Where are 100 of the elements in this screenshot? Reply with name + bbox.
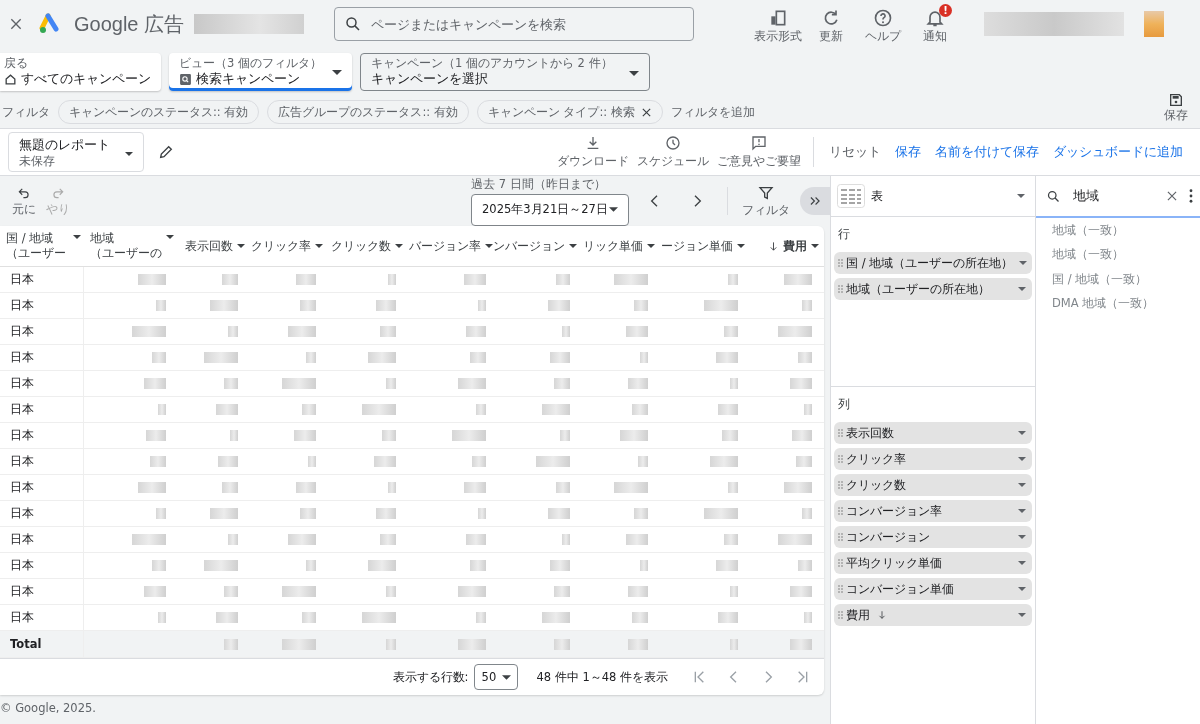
close-icon[interactable] — [1165, 189, 1179, 203]
product-name: Google 広告 — [74, 11, 185, 37]
blurred-value — [704, 508, 738, 519]
undo-button[interactable]: 元に — [12, 185, 36, 217]
search-result-item[interactable]: 地域（一致） — [1036, 218, 1200, 243]
column-header[interactable]: リック単価 — [580, 238, 658, 254]
blurred-value — [288, 534, 316, 545]
blurred-value — [718, 404, 738, 415]
blurred-value — [380, 326, 396, 337]
save-filter-button[interactable]: 保存 — [1164, 92, 1188, 123]
date-range-selector[interactable]: 2025年3月21日～27日 — [471, 193, 629, 226]
feedback-button[interactable]: ご意見やご要望 — [717, 135, 801, 169]
blurred-value — [560, 430, 570, 441]
column-header[interactable]: 費用 — [748, 238, 822, 254]
date-range-label: 過去 7 日間（昨日まで） — [471, 176, 607, 192]
table-cell: 日本 — [0, 319, 84, 344]
blurred-value — [716, 560, 738, 571]
metric-pill[interactable]: クリック率 — [834, 448, 1032, 470]
blurred-value — [728, 482, 738, 493]
metric-pill[interactable]: 平均クリック単価 — [834, 552, 1032, 574]
rows-per-page-selector[interactable]: 50 — [474, 664, 519, 690]
blurred-value — [132, 534, 166, 545]
table-cell: 日本 — [0, 579, 84, 604]
dimension-pill[interactable]: 国 / 地域（ユーザーの所在地） — [834, 252, 1032, 274]
column-header[interactable]: 表示回数 — [176, 238, 248, 254]
report-action-button[interactable]: ダッシュボードに追加 — [1048, 143, 1188, 161]
blurred-value — [466, 534, 486, 545]
caret-icon — [1018, 287, 1026, 291]
close-icon[interactable] — [640, 106, 652, 118]
blurred-value — [146, 430, 166, 441]
table-cell: 日本 — [0, 553, 84, 578]
drag-handle-icon — [838, 611, 843, 619]
blurred-value — [472, 456, 486, 467]
pencil-icon[interactable] — [158, 144, 174, 160]
metric-pill[interactable]: コンバージョン単価 — [834, 578, 1032, 600]
column-header[interactable]: ージョン単価 — [658, 238, 748, 254]
metric-pill[interactable]: クリック数 — [834, 474, 1032, 496]
column-header[interactable]: 国 / 地域 （ユーザー — [0, 231, 84, 261]
caret-icon — [237, 244, 245, 248]
column-header[interactable]: クリック率 — [248, 238, 326, 254]
blurred-value — [376, 508, 396, 519]
blurred-value — [210, 300, 238, 311]
page-range-text: 48 件中 1～48 件を表示 — [536, 669, 668, 685]
column-header[interactable]: ンバージョン — [496, 238, 580, 254]
chart-type-selector[interactable]: 表 — [837, 184, 1029, 208]
column-header[interactable]: 地域 （ユーザーの — [84, 231, 176, 261]
view-selector[interactable]: ビュー（3 個のフィルタ） 検索キャンペーン — [169, 53, 352, 91]
report-title-selector[interactable]: 無題のレポート 未保存 — [8, 132, 144, 172]
blurred-value — [542, 404, 570, 415]
notification-badge: ! — [939, 4, 953, 17]
search-result-item[interactable]: 地域（一致） — [1036, 242, 1200, 267]
column-header[interactable]: バージョン率 — [406, 238, 496, 254]
back-selector[interactable]: 戻る すべてのキャンペーン — [0, 53, 161, 91]
blurred-value — [632, 612, 648, 623]
schedule-button[interactable]: スケジュール — [637, 135, 709, 169]
add-filter-link[interactable]: フィルタを追加 — [670, 104, 755, 120]
appearance-button[interactable]: 表示形式 — [754, 4, 803, 44]
refresh-button[interactable]: 更新 — [808, 4, 855, 44]
metric-pill[interactable]: 費用 — [834, 604, 1032, 626]
blurred-value — [550, 352, 570, 363]
blurred-value — [550, 560, 570, 571]
blurred-value — [710, 456, 738, 467]
blurred-value — [634, 300, 648, 311]
metric-pill[interactable]: コンバージョン率 — [834, 500, 1032, 522]
expand-panel-button[interactable] — [800, 187, 830, 215]
report-action-button[interactable]: 名前を付けて保存 — [930, 143, 1044, 161]
report-action-button[interactable]: リセット — [824, 143, 886, 161]
clock-icon — [665, 135, 681, 151]
blurred-value — [156, 300, 166, 311]
blurred-value — [628, 378, 648, 389]
column-header[interactable]: クリック数 — [326, 238, 406, 254]
search-field[interactable]: ページまたはキャンペーンを検索 — [334, 7, 695, 41]
blurred-value — [216, 404, 238, 415]
caret-icon — [1018, 561, 1026, 565]
rows-per-page-label: 表示する行数: — [392, 669, 469, 685]
table-cell: 日本 — [0, 423, 84, 448]
blurred-value — [368, 560, 396, 571]
filter-button[interactable]: フィルタ — [742, 184, 790, 218]
table-cell: 日本 — [0, 475, 84, 500]
more-icon[interactable] — [1189, 189, 1193, 203]
campaign-selector[interactable]: キャンペーン（1 個のアカウントから 2 件） キャンペーンを選択 — [360, 53, 650, 91]
report-action-button[interactable]: 保存 — [890, 143, 926, 161]
download-button[interactable]: ダウンロード — [557, 135, 629, 169]
search-result-item[interactable]: 国 / 地域（一致） — [1036, 267, 1200, 292]
caret-icon — [628, 71, 639, 76]
double-chevron-icon — [808, 194, 822, 208]
notifications-button[interactable]: 通知 ! — [912, 4, 959, 44]
dimension-pill[interactable]: 地域（ユーザーの所在地） — [834, 278, 1032, 300]
blurred-value — [158, 404, 166, 415]
blurred-value — [218, 456, 238, 467]
metric-pill[interactable]: コンバージョン — [834, 526, 1032, 548]
table-cell: 日本 — [0, 501, 84, 526]
help-button[interactable]: ヘルプ — [860, 4, 907, 44]
blurred-value — [478, 508, 486, 519]
caret-icon — [502, 674, 512, 680]
blurred-value — [132, 326, 166, 337]
caret-icon — [485, 244, 493, 248]
close-icon[interactable] — [8, 16, 24, 32]
search-result-item[interactable]: DMA 地域（一致） — [1036, 291, 1200, 316]
metric-pill[interactable]: 表示回数 — [834, 422, 1032, 444]
